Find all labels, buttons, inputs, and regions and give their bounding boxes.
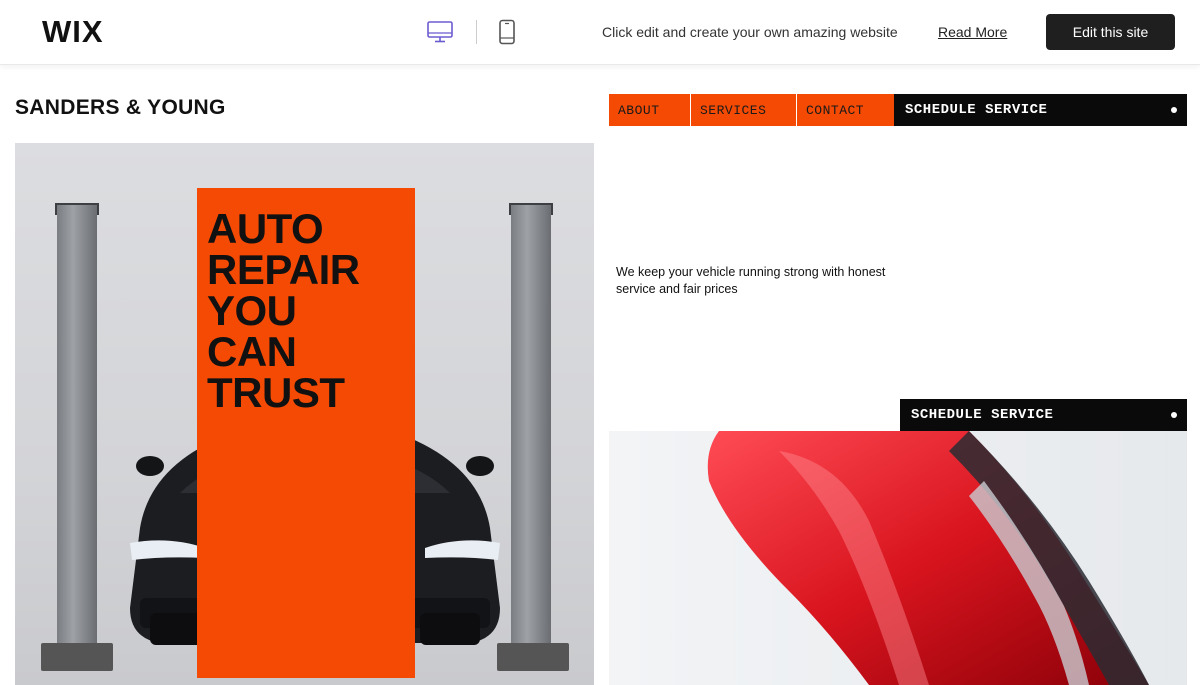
wix-top-bar: WIX Click edit and create your own amazi… bbox=[0, 0, 1200, 65]
schedule-service-label: SCHEDULE SERVICE bbox=[911, 407, 1054, 423]
hero-image: AUTO REPAIR YOU CAN TRUST bbox=[15, 143, 594, 685]
hero-headline-line: CAN bbox=[207, 328, 297, 375]
hero-orange-panel: AUTO REPAIR YOU CAN TRUST bbox=[197, 188, 415, 678]
schedule-service-label: SCHEDULE SERVICE bbox=[905, 102, 1048, 118]
mobile-icon bbox=[499, 19, 515, 45]
taillight-image bbox=[609, 431, 1187, 685]
desktop-icon bbox=[427, 21, 453, 43]
site-brand-title[interactable]: SANDERS & YOUNG bbox=[15, 96, 226, 120]
schedule-service-nav-button[interactable]: SCHEDULE SERVICE bbox=[894, 94, 1187, 126]
nav-about[interactable]: ABOUT bbox=[609, 94, 691, 126]
promo-text: Click edit and create your own amazing w… bbox=[602, 24, 898, 40]
device-separator bbox=[476, 20, 477, 44]
dot-icon bbox=[1171, 107, 1177, 113]
hero-headline-line: YOU bbox=[207, 287, 297, 334]
taillight-illustration bbox=[609, 431, 1187, 685]
schedule-service-button[interactable]: SCHEDULE SERVICE bbox=[900, 399, 1187, 431]
desktop-view-button[interactable] bbox=[425, 18, 455, 46]
tagline-text: We keep your vehicle running strong with… bbox=[616, 265, 886, 296]
mobile-view-button[interactable] bbox=[492, 18, 522, 46]
dot-icon bbox=[1171, 412, 1177, 418]
hero-headline-line: TRUST bbox=[207, 369, 345, 416]
hero-headline: AUTO REPAIR YOU CAN TRUST bbox=[207, 205, 411, 416]
read-more-link[interactable]: Read More bbox=[938, 24, 1007, 40]
hero-headline-line: REPAIR bbox=[207, 246, 360, 293]
nav-contact[interactable]: CONTACT bbox=[797, 94, 894, 126]
nav-services[interactable]: SERVICES bbox=[691, 94, 797, 126]
wix-logo[interactable]: WIX bbox=[42, 14, 104, 50]
lift-base-left bbox=[41, 643, 113, 671]
edit-this-site-button[interactable]: Edit this site bbox=[1046, 14, 1175, 50]
site-nav: ABOUT SERVICES CONTACT bbox=[609, 94, 894, 126]
lift-post-left bbox=[57, 205, 97, 665]
hero-headline-line: AUTO bbox=[207, 205, 324, 252]
